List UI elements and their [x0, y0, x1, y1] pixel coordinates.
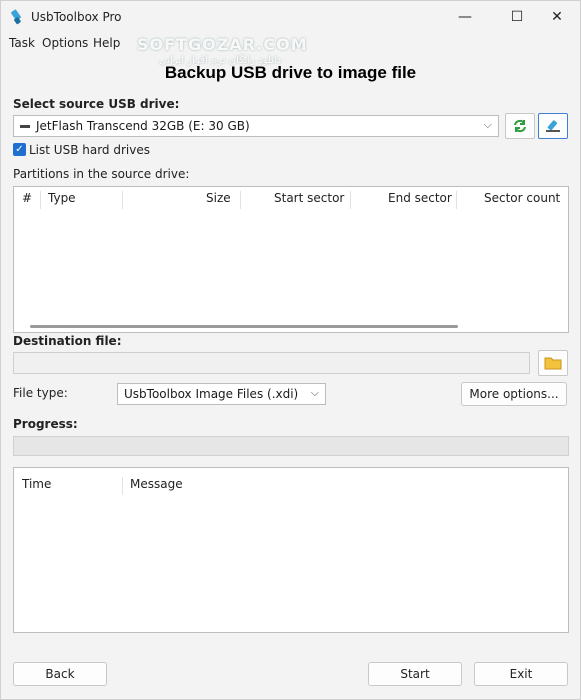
- column-divider: [456, 191, 457, 209]
- destination-label: Destination file:: [13, 334, 122, 348]
- eject-button[interactable]: [538, 113, 568, 139]
- usb-app-icon: [11, 9, 21, 25]
- source-drive-select[interactable]: JetFlash Transcend 32GB (E: 30 GB) ⌵: [13, 115, 499, 137]
- menu-help[interactable]: Help: [93, 36, 120, 50]
- column-divider: [350, 191, 351, 209]
- column-header-type[interactable]: Type: [48, 191, 76, 205]
- list-hard-drives-label: List USB hard drives: [29, 143, 150, 157]
- more-options-button[interactable]: More options...: [461, 382, 567, 406]
- usb-eject-icon: [546, 120, 560, 132]
- column-header-sector-count[interactable]: Sector count: [484, 191, 560, 205]
- minimize-icon: —: [458, 9, 472, 25]
- file-type-value: UsbToolbox Image Files (.xdi): [124, 387, 299, 401]
- maximize-icon: ☐: [510, 9, 524, 25]
- partitions-label: Partitions in the source drive:: [13, 167, 190, 181]
- page-title: Backup USB drive to image file: [164, 63, 417, 82]
- refresh-button[interactable]: [505, 113, 535, 139]
- partitions-table[interactable]: # Type Size Start sector End sector Sect…: [13, 186, 569, 333]
- start-button[interactable]: Start: [368, 662, 462, 686]
- browse-folder-button[interactable]: [538, 350, 568, 376]
- progress-label: Progress:: [13, 417, 78, 431]
- progress-bar: [13, 436, 569, 456]
- menu-options[interactable]: Options: [42, 36, 88, 50]
- horizontal-scrollbar[interactable]: [30, 325, 458, 328]
- chevron-down-icon: ⌵: [483, 118, 492, 131]
- refresh-icon: [514, 119, 526, 133]
- list-hard-drives-checkbox[interactable]: ✓: [13, 143, 26, 156]
- drive-icon: [20, 124, 30, 128]
- destination-file-input[interactable]: [13, 352, 530, 374]
- column-divider: [40, 191, 41, 209]
- back-button[interactable]: Back: [13, 662, 107, 686]
- column-header-time[interactable]: Time: [22, 477, 51, 491]
- menu-task[interactable]: Task: [9, 36, 35, 50]
- window-title: UsbToolbox Pro: [31, 10, 122, 24]
- source-drive-value: JetFlash Transcend 32GB (E: 30 GB): [36, 119, 250, 133]
- title-bar: UsbToolbox Pro — ☐ ✕: [1, 1, 580, 33]
- column-header-start-sector[interactable]: Start sector: [274, 191, 344, 205]
- file-type-select[interactable]: UsbToolbox Image Files (.xdi) ⌵: [117, 383, 326, 405]
- column-header-number[interactable]: #: [22, 191, 32, 205]
- column-header-size[interactable]: Size: [206, 191, 231, 205]
- folder-icon: [544, 357, 562, 370]
- close-button[interactable]: ✕: [535, 1, 579, 33]
- minimize-button[interactable]: —: [443, 1, 487, 33]
- close-icon: ✕: [551, 9, 563, 25]
- file-type-label: File type:: [13, 386, 68, 400]
- source-drive-label: Select source USB drive:: [13, 97, 180, 111]
- exit-button[interactable]: Exit: [474, 662, 568, 686]
- column-divider: [240, 191, 241, 209]
- app-window: UsbToolbox Pro — ☐ ✕ Task Options Help S…: [0, 0, 581, 700]
- chevron-down-icon: ⌵: [310, 386, 319, 399]
- log-table[interactable]: Time Message: [13, 467, 569, 633]
- column-divider: [122, 191, 123, 209]
- maximize-button[interactable]: ☐: [495, 1, 539, 33]
- column-header-message[interactable]: Message: [130, 477, 183, 491]
- column-header-end-sector[interactable]: End sector: [388, 191, 452, 205]
- watermark: SOFTGOZAR.COM: [137, 35, 308, 54]
- column-divider: [122, 477, 123, 495]
